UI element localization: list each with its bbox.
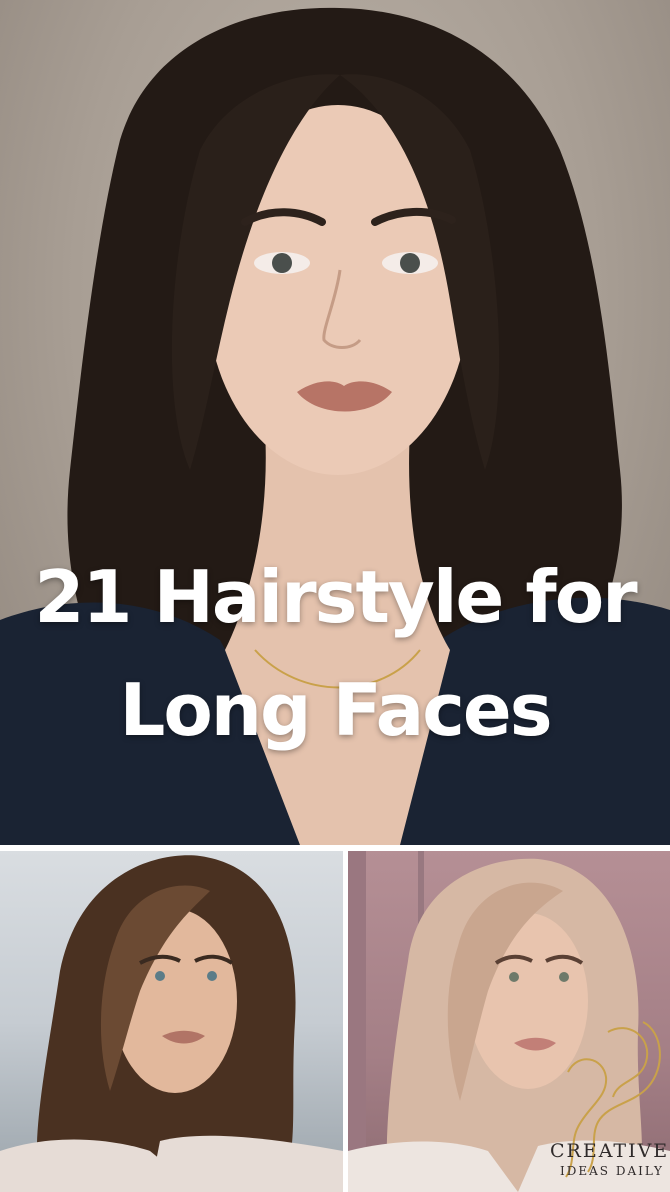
thumbnail-brunette-illustration [0,855,343,1192]
hero-portrait: 21 Hairstyle for Long Faces [0,0,670,845]
headline-line-2: Long Faces [119,668,552,752]
watermark-line-1: CREATIVE [550,1140,670,1162]
watermark-line-2: IDEAS DAILY [560,1164,664,1178]
thumbnail-brunette-waves [0,851,343,1192]
headline-line-1: 21 Hairstyle for [34,555,637,639]
